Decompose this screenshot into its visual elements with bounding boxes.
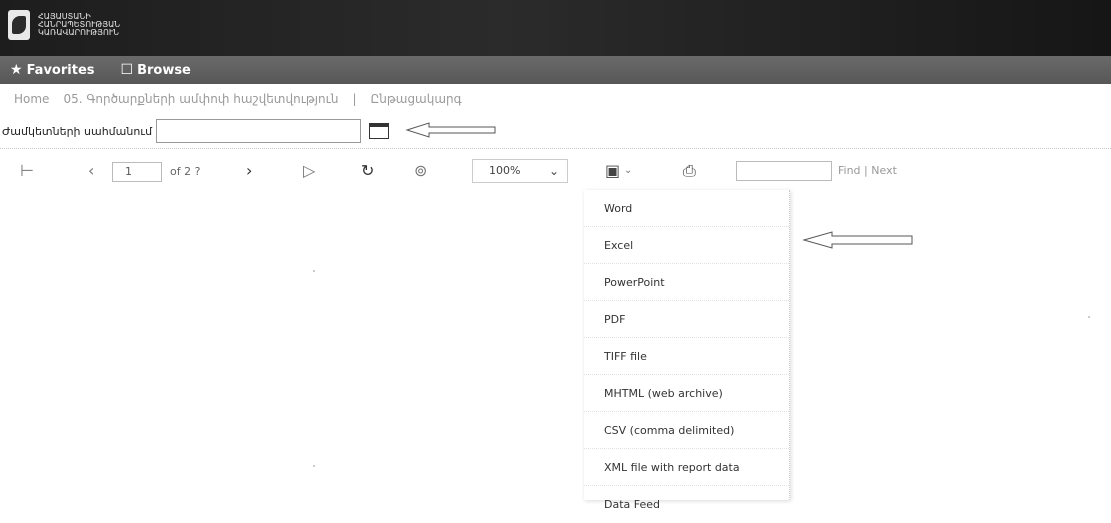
export-powerpoint[interactable]: PowerPoint — [584, 264, 789, 301]
export-pdf[interactable]: PDF — [584, 301, 789, 338]
star-icon: ★ — [10, 62, 23, 78]
export-menu: Word Excel PowerPoint PDF TIFF file MHTM… — [584, 190, 790, 511]
next-link[interactable]: Next — [871, 164, 897, 177]
find-separator: | — [864, 164, 868, 177]
export-mhtml[interactable]: MHTML (web archive) — [584, 375, 789, 412]
export-word[interactable]: Word — [584, 190, 789, 227]
export-excel[interactable]: Excel — [584, 227, 789, 264]
export-tiff[interactable]: TIFF file — [584, 338, 789, 375]
top-banner: ՀԱՅԱՍՏԱՆԻ ՀԱՆՐԱՊԵՏՈՒԹՅԱՆ ԿԱՌԱՎԱՐՈՒԹՅՈՒՆ — [0, 0, 1111, 56]
toolbar-divider — [0, 148, 1111, 149]
scan-speck — [313, 465, 315, 467]
export-csv[interactable]: CSV (comma delimited) — [584, 412, 789, 449]
find-links: Find | Next — [838, 164, 897, 177]
find-input[interactable] — [736, 161, 832, 181]
scan-speck — [1088, 316, 1090, 318]
parameter-input[interactable] — [156, 119, 362, 143]
first-page-icon[interactable]: ⊢ — [20, 161, 34, 180]
breadcrumb-report[interactable]: 05. Գործարքների ամփոփ հաշվետվություն — [63, 92, 338, 106]
page-number-input[interactable]: 1 — [112, 162, 162, 182]
zoom-value: 100% — [489, 164, 521, 177]
nav-favorites-label: Favorites — [26, 62, 95, 78]
logo-icon — [8, 10, 30, 40]
breadcrumb: Home 05. Գործարքների ամփոփ հաշվետվությու… — [14, 89, 462, 109]
parameter-row: Ժամկետների սահմանում — [0, 118, 390, 144]
breadcrumb-home[interactable]: Home — [14, 92, 49, 106]
nav-favorites[interactable]: ★ Favorites — [10, 62, 95, 78]
nav-browse[interactable]: ☐ Browse — [121, 62, 191, 78]
back-icon[interactable]: ⊚ — [414, 161, 427, 180]
zoom-select[interactable]: 100% ⌄ — [472, 159, 568, 183]
print-icon[interactable]: ⎙ — [683, 161, 696, 181]
nav-browse-label: Browse — [137, 62, 191, 78]
calendar-icon[interactable] — [369, 123, 390, 139]
refresh-icon[interactable]: ↻ — [361, 161, 374, 180]
logo-text: ՀԱՅԱՍՏԱՆԻ ՀԱՆՐԱՊԵՏՈՒԹՅԱՆ ԿԱՌԱՎԱՐՈՒԹՅՈՒՆ — [38, 12, 121, 37]
main-nav: ★ Favorites ☐ Browse — [0, 56, 1111, 84]
annotation-arrow-icon — [802, 231, 913, 249]
next-page-icon[interactable]: › — [246, 161, 252, 180]
parameter-label: Ժամկետների սահմանում — [2, 124, 153, 138]
scan-speck — [313, 270, 315, 272]
zoom-caret-icon: ⌄ — [548, 164, 559, 178]
last-page-icon[interactable]: ▷ — [303, 161, 315, 180]
export-xml[interactable]: XML file with report data — [584, 449, 789, 486]
breadcrumb-current: Ընթացակարգ — [370, 92, 462, 106]
save-export-icon[interactable]: ▣ — [605, 161, 620, 180]
annotation-arrow-icon — [405, 122, 496, 138]
export-data-feed[interactable]: Data Feed — [584, 486, 789, 523]
browse-icon: ☐ — [120, 62, 134, 78]
breadcrumb-separator: | — [352, 92, 357, 106]
export-caret-icon[interactable]: ⌄ — [624, 165, 632, 176]
previous-page-icon[interactable]: ‹ — [88, 161, 94, 180]
page-count: of 2 ? — [170, 165, 201, 178]
site-logo[interactable]: ՀԱՅԱՍՏԱՆԻ ՀԱՆՐԱՊԵՏՈՒԹՅԱՆ ԿԱՌԱՎԱՐՈՒԹՅՈՒՆ — [8, 10, 121, 40]
find-link[interactable]: Find — [838, 164, 861, 177]
